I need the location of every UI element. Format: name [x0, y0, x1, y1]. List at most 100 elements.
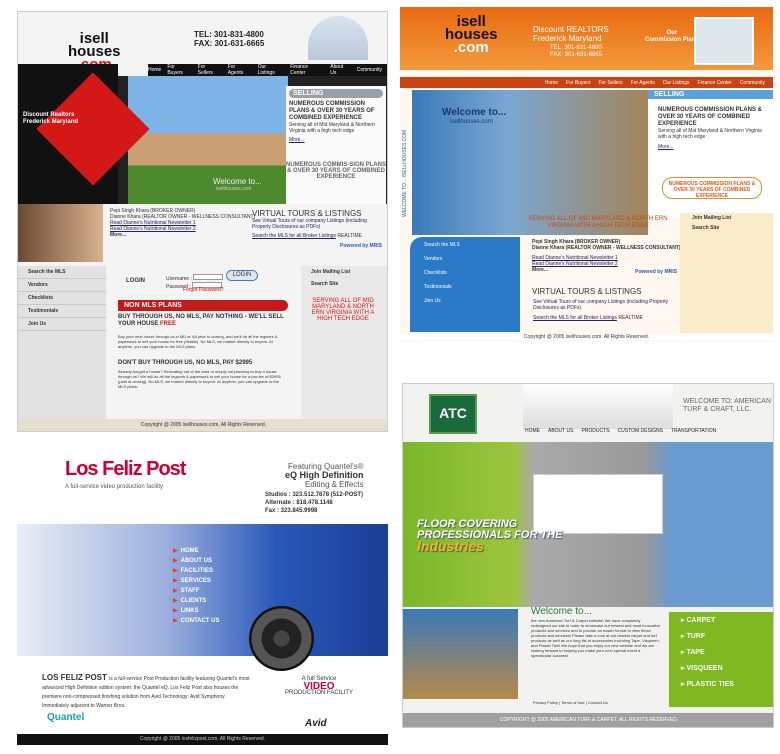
- floor-covering-tagline: FLOOR COVERING PROFESSIONALS FOR THE Indus…: [417, 519, 562, 554]
- nav-for-sellers[interactable]: For Sellers: [598, 80, 622, 86]
- nav-finance-center[interactable]: Finance Center: [698, 80, 732, 86]
- powered-by-mris: Powered by MRIS: [635, 269, 677, 275]
- sidebar-testimonials[interactable]: Testimonials: [410, 279, 520, 293]
- nav-clients[interactable]: ▶ CLIENTS: [173, 596, 220, 606]
- phone-list: Studios : 323.512.7678 (512-POST) Alterna…: [265, 491, 363, 515]
- sidebar-join-us[interactable]: Join Us: [18, 318, 106, 331]
- product-tape[interactable]: ▸ TAPE: [669, 644, 773, 660]
- join-mailing-list-link[interactable]: Join Mailing List: [680, 213, 773, 223]
- nav-transportation[interactable]: TRANSPORTATION: [671, 428, 716, 434]
- sidebar-join-us[interactable]: Join Us: [410, 293, 520, 307]
- sidebar-checklists[interactable]: Checklists: [18, 292, 106, 305]
- tours-link[interactable]: See Virtual Tours of our company Listing…: [252, 218, 382, 230]
- nav-about-label: ABOUT US: [180, 558, 212, 564]
- nav-community[interactable]: Community: [740, 80, 765, 86]
- search-site-link[interactable]: Search Site: [301, 278, 387, 290]
- video-line3: PRODUCTION FACILITY: [285, 690, 354, 696]
- mls-search-link[interactable]: Search the MLS for all Broker Listings: [252, 233, 336, 239]
- nav-home[interactable]: Home: [545, 80, 558, 86]
- logo-subtitle: A full-service video production facility: [65, 484, 164, 490]
- product-turf[interactable]: ▸ TURF: [669, 628, 773, 644]
- plastic-ties-label: PLASTIC TIES: [686, 681, 734, 688]
- tours-link[interactable]: See Virtual Tours of our company Listing…: [533, 299, 683, 311]
- realtime-label: REALTIME: [618, 315, 643, 321]
- broker-info: Pepi Singh Khara (BROKER OWNER) Dianne K…: [532, 239, 681, 273]
- nav-custom-designs[interactable]: CUSTOM DESIGNS: [618, 428, 663, 434]
- nav-staff-label: STAFF: [180, 588, 200, 594]
- feat-line3: Editing & Effects: [304, 480, 364, 489]
- product-visqueen[interactable]: ▸ VISQUEEN: [669, 660, 773, 676]
- product-plastic-ties[interactable]: ▸ PLASTIC TIES: [669, 676, 773, 692]
- selling-text: Serving all of Mid Maryland & Northern V…: [658, 128, 762, 140]
- selling-header: SELLING: [648, 90, 773, 99]
- sidebar-vendors[interactable]: Vendors: [410, 251, 520, 265]
- nav-facilities[interactable]: ▶ FACILITIES: [173, 566, 220, 576]
- realtor-owner: Dianne Khara (REALTOR OWNER - WELLNESS C…: [532, 245, 681, 251]
- sidebar-vendors[interactable]: Vendors: [18, 279, 106, 292]
- selling-text: Serving all of Mid Maryland & Northern V…: [289, 122, 375, 134]
- nav-our-listings[interactable]: Our Listings: [663, 80, 690, 86]
- nav-services[interactable]: ▶ SERVICES: [173, 576, 220, 586]
- isellhouses-page-v2: isell houses .com Discount REALTORS Frederi…: [400, 7, 773, 342]
- products-sidebar: ▸ CARPET ▸ TURF ▸ TAPE ▸ VISQUEEN ▸ PLAS…: [669, 612, 773, 707]
- newsletter-more-link[interactable]: More...: [110, 232, 255, 238]
- forgot-password-link[interactable]: Forgot Password?: [183, 287, 224, 293]
- nav-products[interactable]: PRODUCTS: [581, 428, 609, 434]
- welcome-heading: Welcome to...: [213, 177, 262, 186]
- nav-for-agents[interactable]: For Agents: [631, 80, 655, 86]
- welcome-site: isellhouses.com: [450, 119, 493, 125]
- sidebar-search-mls[interactable]: Search the MLS: [410, 237, 520, 251]
- fax-text: FAX: 301-631-6665: [194, 39, 265, 48]
- product-carpet[interactable]: ▸ CARPET: [669, 612, 773, 628]
- nav-home[interactable]: HOME: [525, 428, 540, 434]
- nav-links[interactable]: ▶ LINKS: [173, 606, 220, 616]
- nav-staff[interactable]: ▶ STAFF: [173, 586, 220, 596]
- right-sidebar: Join Mailing List Search Site: [680, 213, 773, 333]
- nav-home[interactable]: Home: [148, 67, 161, 73]
- nav-finance-center[interactable]: Finance Center: [290, 64, 324, 76]
- discount-text: Discount Realtors: [23, 112, 75, 118]
- atc-logo[interactable]: ATC: [429, 394, 477, 434]
- search-site-link[interactable]: Search Site: [680, 223, 773, 233]
- welcome-text: the new American Turf & Carpet website! …: [531, 618, 661, 658]
- nav-contact-us[interactable]: ▶ CONTACT US: [173, 616, 220, 626]
- join-mailing-list-link[interactable]: Join Mailing List: [301, 266, 387, 278]
- selling-headline: NUMEROUS COMMISSION PLANS & OVER 30 YEAR…: [658, 107, 763, 127]
- isellhouses-logo[interactable]: isellhouses.com: [445, 14, 498, 55]
- powered-by-mris: Powered by MRIS: [340, 243, 382, 249]
- nav-for-buyers[interactable]: For Buyers: [566, 80, 590, 86]
- sidebar-testimonials[interactable]: Testimonials: [18, 305, 106, 318]
- selling-more-link[interactable]: More...: [289, 137, 383, 143]
- realtor-couple-image: [18, 204, 103, 262]
- copyright: Copyright @ 2005 isellhouses.com. All Ri…: [18, 419, 387, 431]
- commission-plans-link[interactable]: Our Commission Plans: [645, 30, 699, 44]
- nav-about-us[interactable]: ABOUT US: [548, 428, 573, 434]
- nav-community[interactable]: Community: [357, 67, 382, 73]
- nav-for-agents[interactable]: For Agents: [228, 64, 252, 76]
- main-nav: HOME ABOUT US PRODUCTS CUSTOM DESIGNS TR…: [525, 428, 716, 434]
- nav-about-us[interactable]: ▶ ABOUT US: [173, 556, 220, 566]
- username-input[interactable]: [193, 274, 224, 280]
- left-sidebar: Search the MLS Vendors Checklists Testim…: [18, 266, 106, 426]
- sidebar-checklists[interactable]: Checklists: [410, 265, 520, 279]
- realtime-label: REALTIME: [337, 233, 362, 239]
- turf-label: TURF: [686, 633, 706, 640]
- lfp-title: LOS FELIZ POST: [42, 673, 107, 682]
- mls-search-link[interactable]: Search the MLS for all Broker Listings: [533, 315, 617, 321]
- nav-clients-label: CLIENTS: [180, 598, 207, 604]
- nav-for-buyers[interactable]: For Buyers: [167, 64, 191, 76]
- nav-about-us[interactable]: About Us: [330, 64, 350, 76]
- losfeliz-logo[interactable]: Los Feliz Post: [65, 458, 186, 481]
- footer-links[interactable]: Privacy Policy | Terms of Use | Contact …: [533, 700, 608, 705]
- nav-our-listings[interactable]: Our Listings: [258, 64, 285, 76]
- selling-more-link[interactable]: More...: [658, 144, 763, 150]
- plan-line2: Commission Plans: [645, 37, 699, 43]
- feat-line2: eQ High Definition: [285, 470, 364, 480]
- login-button[interactable]: LOGIN: [226, 270, 258, 281]
- fax-phone: Fax : 323.845.9998: [265, 508, 318, 514]
- nav-for-sellers[interactable]: For Sellers: [198, 64, 222, 76]
- discount-realtors-label: Discount REALTORS Frederick Maryland: [533, 25, 609, 43]
- sidebar-search-mls[interactable]: Search the MLS: [18, 266, 106, 279]
- nav-home[interactable]: ▶ HOME: [173, 546, 220, 556]
- alternate-phone: Alternate : 818.478.1148: [265, 500, 333, 506]
